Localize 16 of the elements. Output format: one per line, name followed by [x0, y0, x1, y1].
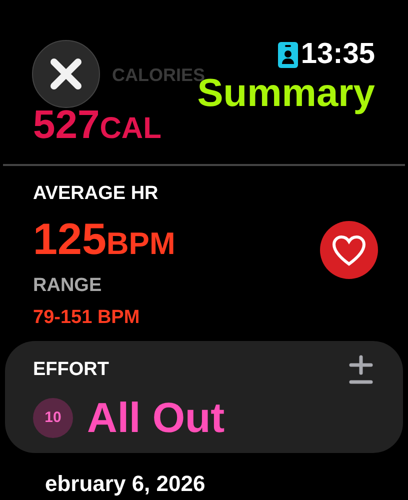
close-icon [48, 56, 84, 92]
effort-rating: All Out [87, 397, 225, 439]
badge-icon [278, 42, 298, 68]
heart-rate-value: 125 [33, 218, 106, 262]
workout-date: ebruary 6, 2026 [44, 473, 206, 495]
time: 13:35 [300, 40, 375, 69]
effort-score: 10 [33, 398, 73, 438]
range-label: RANGE [33, 276, 103, 295]
effort-card[interactable]: EFFORT 10 All Out [5, 341, 403, 453]
heart-rate-unit: BPM [106, 228, 176, 259]
range-value: 79-151 BPM [33, 308, 141, 327]
effort-label: EFFORT [33, 360, 109, 379]
calories-unit: CAL [100, 114, 162, 144]
heart-rate-label: AVERAGE HR [33, 184, 160, 203]
calories-value: 527 [33, 105, 100, 145]
plus-minus-icon [349, 355, 373, 385]
